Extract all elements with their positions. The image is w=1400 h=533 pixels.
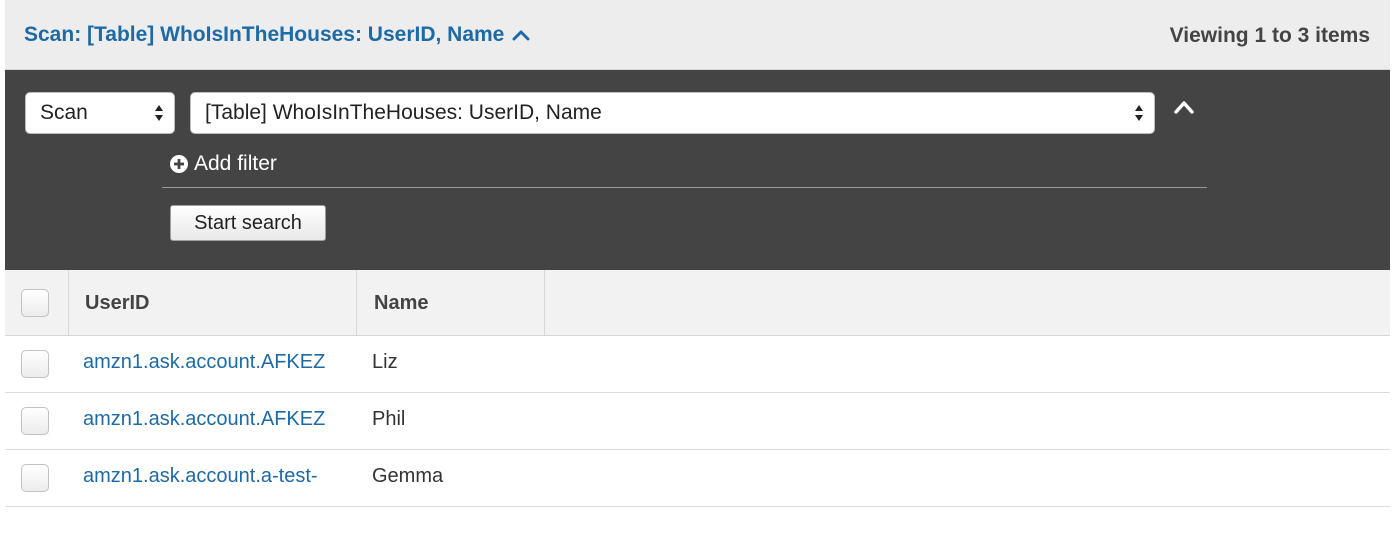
column-header-name[interactable]: Name xyxy=(374,292,428,315)
query-title: Scan: [Table] WhoIsInTheHouses: UserID, … xyxy=(24,23,505,46)
table-row: amzn1.ask.account.AFKEZ Phil xyxy=(5,393,1390,450)
query-panel: Scan [Table] WhoIsInTheHouses: UserID, N… xyxy=(5,70,1390,270)
name-cell: Liz xyxy=(372,351,398,373)
name-cell: Gemma xyxy=(372,465,444,487)
column-divider xyxy=(356,270,357,335)
chevron-up-icon xyxy=(512,30,530,41)
column-divider xyxy=(68,270,69,335)
row-checkbox[interactable] xyxy=(21,464,49,492)
column-divider xyxy=(544,270,545,335)
table-row: amzn1.ask.account.AFKEZ Liz xyxy=(5,336,1390,393)
select-all-checkbox[interactable] xyxy=(21,289,49,317)
dynamodb-items-view: Scan: [Table] WhoIsInTheHouses: UserID, … xyxy=(0,0,1400,533)
results-header: Scan: [Table] WhoIsInTheHouses: UserID, … xyxy=(5,0,1390,70)
item-count: Viewing 1 to 3 items xyxy=(1169,24,1370,47)
table-select-value: [Table] WhoIsInTheHouses: UserID, Name xyxy=(205,101,602,124)
up-down-arrows-icon xyxy=(1135,105,1143,121)
start-search-button[interactable]: Start search xyxy=(170,205,326,241)
chevron-up-icon[interactable] xyxy=(1173,98,1195,116)
operation-select[interactable]: Scan xyxy=(25,92,175,134)
row-checkbox[interactable] xyxy=(21,407,49,435)
user-id-link[interactable]: amzn1.ask.account.a-test- xyxy=(83,465,343,488)
name-cell: Phil xyxy=(372,408,406,430)
user-id-link[interactable]: amzn1.ask.account.AFKEZ xyxy=(83,408,343,431)
column-header-userid[interactable]: UserID xyxy=(85,292,149,315)
row-checkbox[interactable] xyxy=(21,350,49,378)
filter-divider xyxy=(162,187,1207,188)
table-header: UserID Name xyxy=(5,270,1390,336)
add-filter-link[interactable]: Add filter xyxy=(170,152,277,176)
operation-select-value: Scan xyxy=(40,101,88,124)
plus-circle-icon xyxy=(170,155,188,173)
query-toggle-link[interactable]: Scan: [Table] WhoIsInTheHouses: UserID, … xyxy=(24,23,530,47)
table-row: amzn1.ask.account.a-test- Gemma xyxy=(5,450,1390,507)
up-down-arrows-icon xyxy=(155,105,163,121)
user-id-link[interactable]: amzn1.ask.account.AFKEZ xyxy=(83,351,343,374)
add-filter-label: Add filter xyxy=(194,152,277,175)
table-select[interactable]: [Table] WhoIsInTheHouses: UserID, Name xyxy=(190,92,1155,134)
